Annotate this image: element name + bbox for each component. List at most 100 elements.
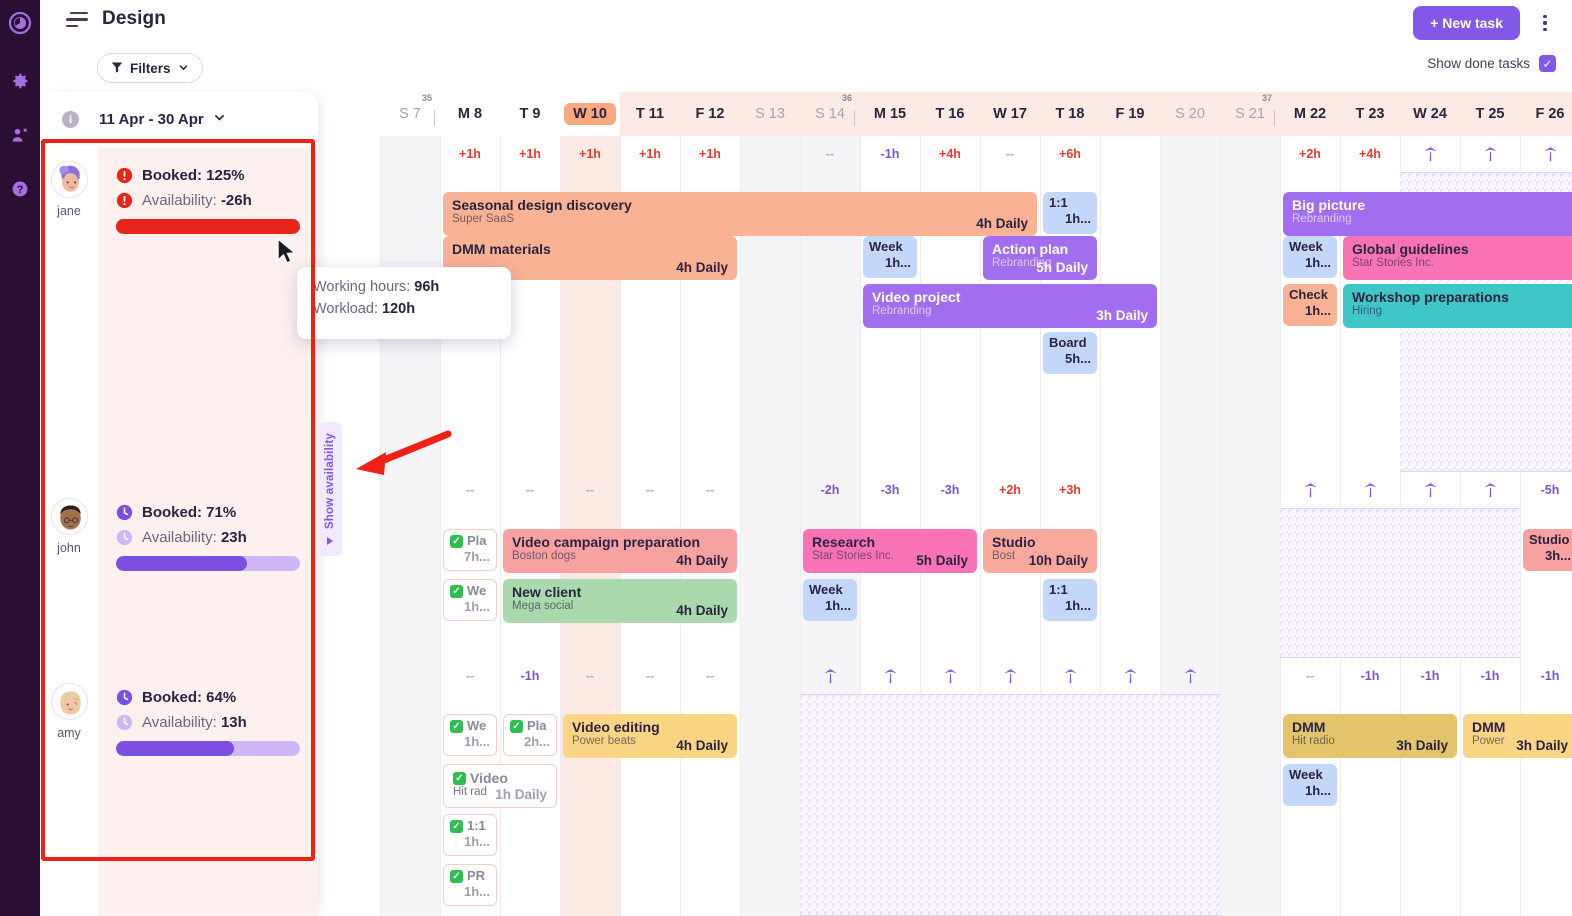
task-bar[interactable]: Global guidelinesStar Stories Inc. (1343, 236, 1572, 280)
task-bar[interactable]: ✓Pla2h... (503, 714, 557, 756)
hour-delta: -- (680, 472, 740, 508)
show-done-label: Show done tasks (1427, 56, 1530, 71)
timeline-row-amy: ---1h---------1h-1h-1h-1h ✓We1h...✓Pla2h.… (318, 658, 1572, 916)
day-header-f-12[interactable]: F 12 (680, 92, 740, 136)
chevron-down-icon (213, 111, 226, 128)
avatar[interactable] (51, 161, 88, 198)
day-header-t-23[interactable]: T 23 (1340, 92, 1400, 136)
task-bar[interactable]: Workshop preparationsHiring (1343, 284, 1572, 328)
task-bar[interactable]: Video editingPower beats4h Daily (563, 714, 737, 758)
task-bar[interactable]: StudioBost10h Daily (983, 529, 1097, 573)
day-header-w-24[interactable]: W 24 (1400, 92, 1460, 136)
hour-delta: +2h (1280, 136, 1340, 172)
day-header-m-8[interactable]: M 8 (440, 92, 500, 136)
task-duration: 4h Daily (676, 260, 728, 276)
task-duration: 1h... (809, 599, 851, 614)
avatar[interactable] (51, 498, 88, 535)
day-label: S 20 (1175, 106, 1205, 122)
page-title: Design (102, 8, 166, 30)
show-done-tasks-toggle[interactable]: Show done tasks ✓ (1427, 55, 1556, 72)
date-range-selector[interactable]: 11 Apr - 30 Apr (99, 111, 226, 128)
task-bar[interactable]: Check1h... (1283, 284, 1337, 326)
timeline[interactable]: S 7M 835T 9W 10T 11F 12S 13S 14M 1536T 1… (318, 92, 1572, 916)
task-bar[interactable]: Week1h... (803, 579, 857, 621)
availability-stat: Availability: 23h (116, 529, 300, 546)
task-bar[interactable]: 1:11h... (1043, 579, 1097, 621)
task-bar[interactable]: ✓We1h... (443, 714, 497, 756)
task-bar[interactable]: Studio3h... (1523, 529, 1572, 571)
person-row-john[interactable]: johnBooked: 71%Availability: 23h (40, 484, 318, 669)
new-task-button[interactable]: + New task (1413, 6, 1520, 40)
day-header-f-26[interactable]: F 26 (1520, 92, 1572, 136)
task-bar[interactable]: Week1h... (863, 236, 917, 278)
task-bar[interactable]: DMMHit radio3h Daily (1283, 714, 1457, 758)
clock-logo-icon[interactable] (7, 10, 33, 36)
chevron-down-icon (178, 61, 189, 76)
show-done-checkbox[interactable]: ✓ (1539, 55, 1556, 72)
timeline-body[interactable]: +1h+1h+1h+1h+1h---1h+4h--+6h+2h+4hSeason… (318, 136, 1572, 916)
working-hours-value: 96h (414, 279, 439, 295)
task-title: ✓Pla (450, 534, 490, 549)
task-bar[interactable]: Big pictureRebranding (1283, 192, 1572, 236)
day-header-f-19[interactable]: F 19 (1100, 92, 1160, 136)
day-header-m-15[interactable]: M 15 (860, 92, 920, 136)
task-bar[interactable]: ✓PR1h... (443, 864, 497, 906)
day-label: F 12 (695, 106, 724, 122)
gear-icon[interactable] (7, 68, 33, 94)
task-bar[interactable]: ResearchStar Stories Inc.5h Daily (803, 529, 977, 573)
day-label: F 19 (1115, 106, 1144, 122)
task-bar[interactable]: New clientMega social4h Daily (503, 579, 737, 623)
day-header-s-20[interactable]: S 20 (1160, 92, 1220, 136)
task-bar[interactable]: ✓Pla7h... (443, 529, 497, 571)
day-header-t-18[interactable]: T 18 (1040, 92, 1100, 136)
task-bar[interactable]: DMMPower3h Daily (1463, 714, 1572, 758)
task-bar[interactable]: Video campaign preparationBoston dogs4h … (503, 529, 737, 573)
alert-icon (116, 167, 133, 184)
people-panel: i 11 Apr - 30 Apr janeBooked: 125%Availa… (40, 92, 318, 916)
help-icon[interactable]: ? (7, 176, 33, 202)
hour-delta: -3h (920, 472, 980, 508)
timeline-row-john: -----------2h-3h-3h+2h+3h-5h✓Pla7h...Vid… (318, 472, 1572, 658)
day-header-s-13[interactable]: S 13 (740, 92, 800, 136)
svg-text:?: ? (17, 184, 24, 196)
task-title: DMM materials (452, 241, 728, 257)
day-header-t-25[interactable]: T 25 (1460, 92, 1520, 136)
working-hours-label: Working hours: (313, 279, 410, 295)
person-row-amy[interactable]: amyBooked: 64%Availability: 13h (40, 669, 318, 916)
hour-delta-row: ---1h---------1h-1h-1h-1h (318, 658, 1572, 694)
day-header-t-9[interactable]: T 9 (500, 92, 560, 136)
day-label: S 7 (399, 106, 421, 122)
task-bar[interactable]: Week1h... (1283, 236, 1337, 278)
day-header-m-22[interactable]: M 22 (1280, 92, 1340, 136)
person-stats: Booked: 125%Availability: -26h (98, 147, 318, 484)
info-icon[interactable]: i (62, 111, 79, 128)
day-header-t-16[interactable]: T 16 (920, 92, 980, 136)
task-bar[interactable]: Board5h... (1043, 332, 1097, 374)
day-label: T 18 (1055, 106, 1084, 122)
avatar[interactable] (51, 683, 88, 720)
day-header-w-10[interactable]: W 10 (560, 92, 620, 136)
person-row-jane[interactable]: janeBooked: 125%Availability: -26h (40, 147, 318, 484)
workload-bar-fill (116, 219, 300, 234)
week-number: 36 (842, 93, 852, 103)
task-bar[interactable]: Week1h... (1283, 764, 1337, 806)
more-options-icon[interactable] (1534, 10, 1556, 36)
task-bar[interactable]: ✓1:11h... (443, 814, 497, 856)
task-bar[interactable]: ✓VideoHit rad1h Daily (443, 764, 557, 808)
workload-value: 120h (382, 301, 415, 317)
task-duration: 4h Daily (676, 603, 728, 619)
people-icon[interactable] (7, 122, 33, 148)
hour-delta: -- (620, 472, 680, 508)
hamburger-icon[interactable] (66, 12, 88, 32)
task-bar[interactable]: Video projectRebranding3h Daily (863, 284, 1157, 328)
week-separator (1274, 110, 1275, 126)
booked-text: Booked: 64% (142, 689, 236, 706)
task-bar[interactable]: Action planRebranding5h Daily (983, 236, 1097, 280)
show-availability-handle[interactable]: Show availability (318, 422, 342, 556)
availability-stat: Availability: -26h (116, 192, 300, 209)
day-header-t-11[interactable]: T 11 (620, 92, 680, 136)
task-bar[interactable]: 1:11h... (1043, 192, 1097, 234)
filters-button[interactable]: Filters (97, 53, 203, 83)
day-header-w-17[interactable]: W 17 (980, 92, 1040, 136)
task-bar[interactable]: ✓We1h... (443, 579, 497, 621)
